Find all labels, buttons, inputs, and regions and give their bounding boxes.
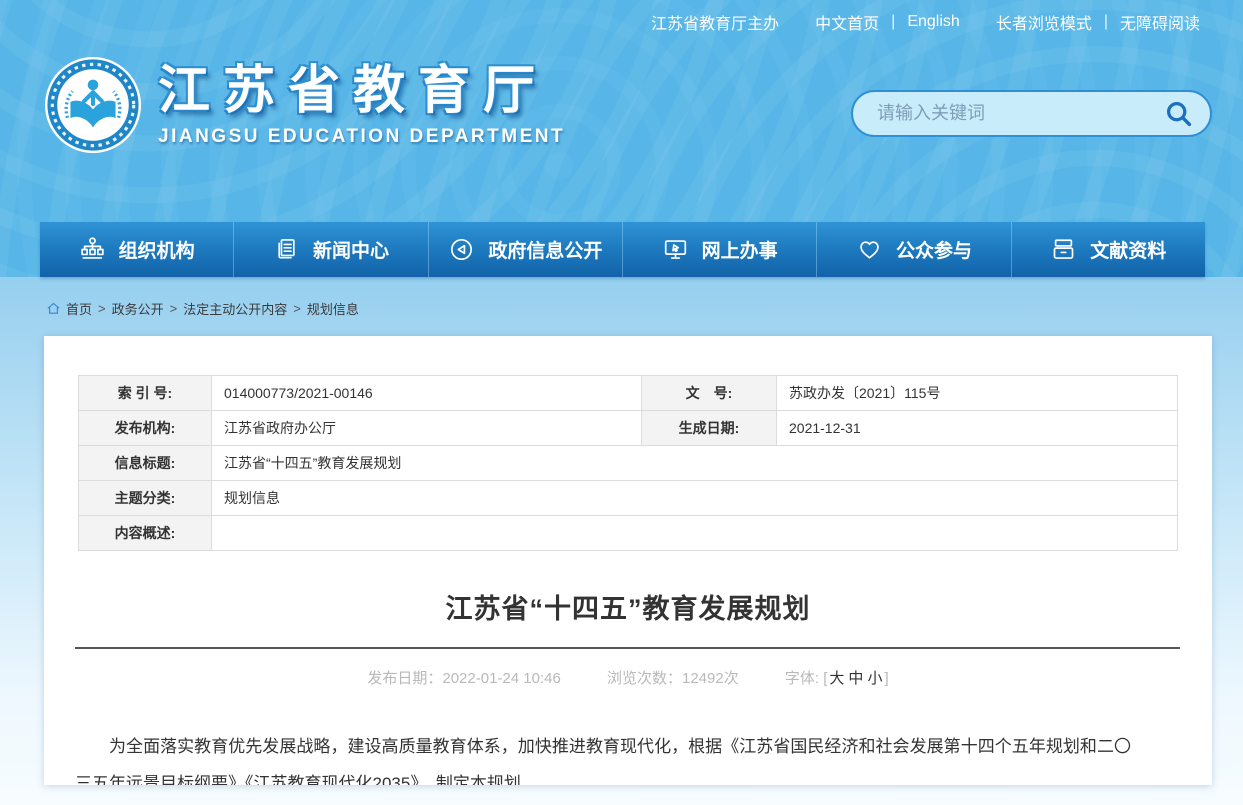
site-header: 江苏省教育厅主办 中文首页 | English 长者浏览模式 | 无障碍阅读 江… [0,0,1243,277]
font-size-bracket-close: ] [884,670,888,687]
department-emblem-icon [44,56,142,154]
topic-category-value: 规划信息 [212,481,1178,516]
nav-item-gov-info-disclosure[interactable]: 政府信息公开 [428,222,622,277]
search-button[interactable] [1164,99,1194,129]
index-number-label: 索 引 号: [79,376,212,411]
nav-item-organization[interactable]: 组织机构 [40,222,233,277]
table-row: 主题分类: 规划信息 [79,481,1178,516]
archive-icon [1050,236,1077,263]
news-doc-icon [273,236,300,263]
breadcrumb-statutory-disclosure[interactable]: 法定主动公开内容 [183,299,287,318]
nav-item-public-participation[interactable]: 公众参与 [816,222,1010,277]
table-row: 索 引 号: 014000773/2021-00146 文 号: 苏政办发〔20… [79,376,1178,411]
article-title: 江苏省“十四五”教育发展规划 [44,587,1212,626]
doc-number-value: 苏政办发〔2021〕115号 [777,376,1178,411]
title-divider [75,647,1180,649]
heart-icon [856,236,883,263]
info-title-label: 信息标题: [79,446,212,481]
font-size-large-button[interactable]: 大 [829,670,844,687]
topbar-separator: | [1104,13,1108,31]
table-row: 内容概述: [79,516,1178,551]
index-number-value: 014000773/2021-00146 [212,376,642,411]
issuing-agency-label: 发布机构: [79,411,212,446]
link-english[interactable]: English [907,13,959,31]
link-senior-mode[interactable]: 长者浏览模式 [996,10,1092,34]
breadcrumb-gov-affairs[interactable]: 政务公开 [112,299,164,318]
views-value: 12492次 [682,670,739,687]
page-body: 首页 > 政务公开 > 法定主动公开内容 > 规划信息 索 引 号: 01400… [0,277,1243,805]
breadcrumb-separator: > [293,301,301,316]
search-input[interactable] [877,103,1164,124]
font-size-label: 字体: [ [785,670,828,687]
table-row: 发布机构: 江苏省政府办公厅 生成日期: 2021-12-31 [79,411,1178,446]
publish-date-label: 发布日期： [367,670,442,687]
views-label: 浏览次数： [607,670,682,687]
main-nav: 组织机构 新闻中心 政府信息公开 网上办事 [40,222,1205,277]
article-meta: 发布日期：2022-01-24 10:46 浏览次数：12492次 字体: [大… [44,667,1212,688]
font-size-medium-button[interactable]: 中 [848,670,863,687]
nav-item-news[interactable]: 新闻中心 [233,222,427,277]
breadcrumb-separator: > [170,301,178,316]
content-summary-value [212,516,1178,551]
home-icon [46,301,61,316]
link-chinese-home[interactable]: 中文首页 [815,10,879,34]
nav-item-label: 政府信息公开 [488,236,602,263]
org-chart-icon [79,236,106,263]
nav-item-label: 网上办事 [702,236,778,263]
info-disclosure-icon [448,236,475,263]
info-title-value: 江苏省“十四五”教育发展规划 [212,446,1178,481]
search-box [851,90,1212,137]
publish-date-value: 2022-01-24 10:46 [442,670,560,687]
nav-item-label: 新闻中心 [313,236,389,263]
article-paragraph: 为全面落实教育优先发展战略，建设高质量教育体系，加快推进教育现代化，根据《江苏省… [44,728,1212,785]
breadcrumb-separator: > [98,301,106,316]
document-info-table: 索 引 号: 014000773/2021-00146 文 号: 苏政办发〔20… [78,375,1178,551]
creation-date-value: 2021-12-31 [777,411,1178,446]
doc-number-label: 文 号: [642,376,777,411]
nav-item-label: 公众参与 [896,236,972,263]
site-subtitle: JIANGSU EDUCATION DEPARTMENT [158,126,565,148]
table-row: 信息标题: 江苏省“十四五”教育发展规划 [79,446,1178,481]
content-card: 索 引 号: 014000773/2021-00146 文 号: 苏政办发〔20… [44,336,1212,785]
topic-category-label: 主题分类: [79,481,212,516]
search-icon [1164,99,1194,129]
font-size-small-button[interactable]: 小 [867,670,882,687]
nav-item-documents[interactable]: 文献资料 [1011,222,1205,277]
link-accessibility[interactable]: 无障碍阅读 [1120,10,1200,34]
host-label: 江苏省教育厅主办 [651,10,779,34]
breadcrumb-current: 规划信息 [307,299,359,318]
topbar: 江苏省教育厅主办 中文首页 | English 长者浏览模式 | 无障碍阅读 [0,0,1243,44]
creation-date-label: 生成日期: [642,411,777,446]
topbar-separator: | [891,13,895,31]
nav-item-online-services[interactable]: 网上办事 [622,222,816,277]
nav-item-label: 文献资料 [1090,236,1166,263]
nav-item-label: 组织机构 [119,236,195,263]
issuing-agency-value: 江苏省政府办公厅 [212,411,642,446]
breadcrumb-home[interactable]: 首页 [66,299,92,318]
site-title: 江苏省教育厅 [158,62,565,120]
breadcrumb: 首页 > 政务公开 > 法定主动公开内容 > 规划信息 [0,277,1243,317]
online-service-icon [662,236,689,263]
content-summary-label: 内容概述: [79,516,212,551]
